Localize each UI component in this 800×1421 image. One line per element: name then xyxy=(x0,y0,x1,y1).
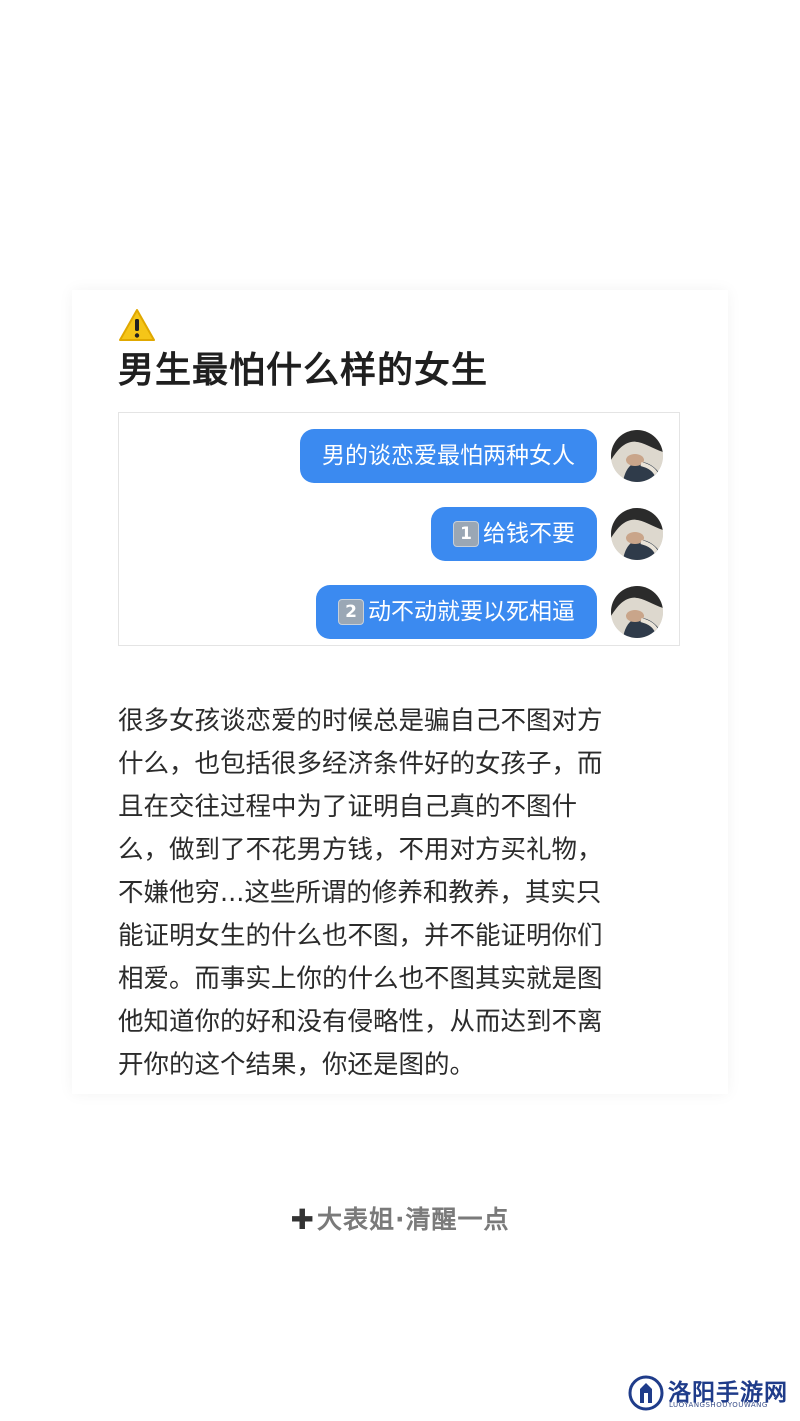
plus-icon: ✚ xyxy=(290,1203,315,1236)
body-line: 相爱。而事实上你的什么也不图其实就是图 xyxy=(118,964,603,994)
body-line: 且在交往过程中为了证明自己真的不图什 xyxy=(118,792,578,822)
chat-message: 1 给钱不要 xyxy=(119,507,679,561)
chat-bubble: 男的谈恋爱最怕两种女人 xyxy=(300,429,597,483)
body-line: 很多女孩谈恋爱的时候总是骗自己不图对方 xyxy=(118,706,603,736)
chat-message: 2 动不动就要以死相逼 xyxy=(119,585,679,639)
post-body: 很多女孩谈恋爱的时候总是骗自己不图对方 什么，也包括很多经济条件好的女孩子，而 … xyxy=(118,700,678,1087)
avatar xyxy=(611,508,663,560)
site-logo-icon xyxy=(628,1375,664,1411)
body-line: 么，做到了不花男方钱，不用对方买礼物， xyxy=(118,835,603,865)
number-badge: 1 xyxy=(453,521,479,547)
chat-message: 男的谈恋爱最怕两种女人 xyxy=(119,429,679,483)
chat-bubble: 1 给钱不要 xyxy=(431,507,597,561)
signature-text: 大表姐·清醒一点 xyxy=(316,1205,510,1234)
avatar xyxy=(611,586,663,638)
chat-screenshot: 男的谈恋爱最怕两种女人 1 给钱不要 2 动不动就要以死相逼 xyxy=(118,412,680,646)
warning-icon xyxy=(119,309,155,341)
body-line: 开你的这个结果，你还是图的。 xyxy=(118,1050,476,1080)
avatar xyxy=(611,430,663,482)
chat-bubble: 2 动不动就要以死相逼 xyxy=(316,585,597,639)
body-line: 什么，也包括很多经济条件好的女孩子，而 xyxy=(118,749,603,779)
watermark-subtitle: LUOYANGSHOUYOUWANG xyxy=(669,1401,768,1409)
chat-bubble-text: 动不动就要以死相逼 xyxy=(368,599,575,625)
signature: ✚大表姐·清醒一点 xyxy=(0,1200,800,1236)
body-line: 他知道你的好和没有侵略性，从而达到不离 xyxy=(118,1007,603,1037)
body-line: 不嫌他穷...这些所谓的修养和教养，其实只 xyxy=(118,878,602,908)
page-title: 男生最怕什么样的女生 xyxy=(118,350,489,391)
chat-bubble-text: 给钱不要 xyxy=(483,521,575,547)
number-badge: 2 xyxy=(338,599,364,625)
site-watermark: 洛阳手游网 LUOYANGSHOUYOUWANG xyxy=(628,1373,788,1413)
body-line: 能证明女生的什么也不图，并不能证明你们 xyxy=(118,921,603,951)
chat-bubble-text: 男的谈恋爱最怕两种女人 xyxy=(322,443,575,469)
